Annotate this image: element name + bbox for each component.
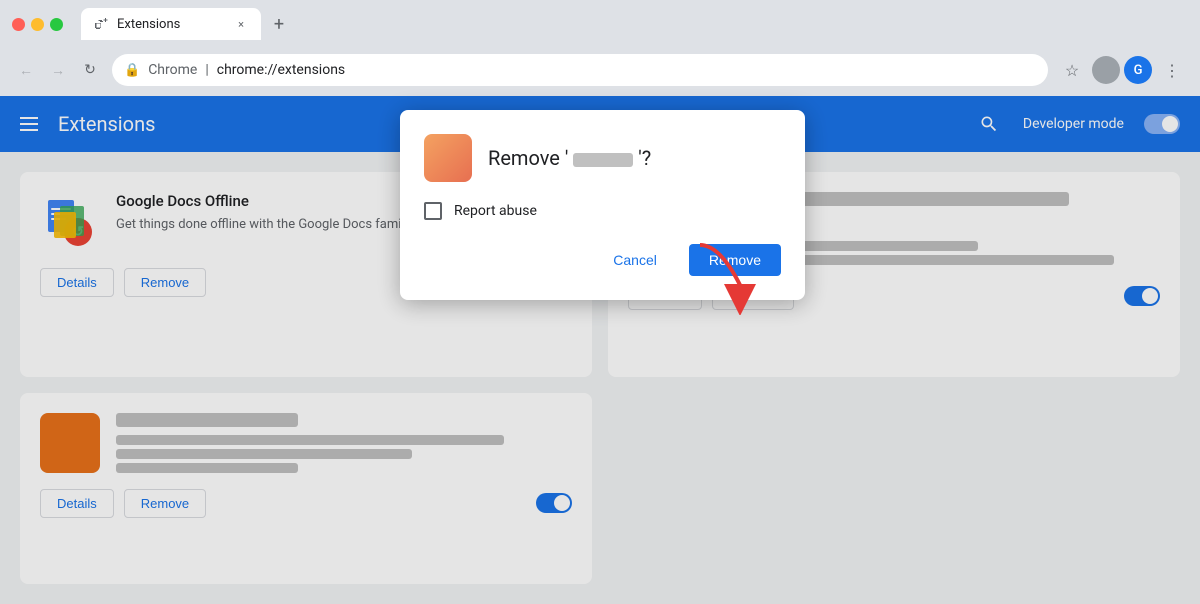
nav-buttons: ← → ↻	[12, 56, 104, 84]
dialog-header: Remove ' '?	[424, 134, 781, 182]
close-window-button[interactable]	[12, 18, 25, 31]
bookmark-button[interactable]: ☆	[1056, 54, 1088, 86]
active-tab[interactable]: Extensions ×	[81, 8, 261, 40]
new-tab-button[interactable]: +	[265, 10, 293, 38]
report-abuse-label: Report abuse	[454, 203, 537, 219]
back-button[interactable]: ←	[12, 56, 40, 84]
minimize-window-button[interactable]	[31, 18, 44, 31]
address-bar[interactable]: 🔒 Chrome | chrome://extensions	[112, 54, 1048, 86]
dialog-buttons: Cancel Remove	[424, 244, 781, 276]
menu-button[interactable]: ⋮	[1156, 54, 1188, 86]
remove-dialog: Remove ' '? Report abuse Cancel Remove	[400, 110, 805, 300]
dialog-title: Remove ' '?	[488, 146, 651, 170]
profile-avatar[interactable]	[1092, 56, 1120, 84]
browser-chrome: Extensions × + ← → ↻ 🔒 Chrome | chrome:/…	[0, 0, 1200, 96]
tab-bar: Extensions × +	[81, 8, 1188, 40]
traffic-lights	[12, 18, 63, 31]
extensions-tab-icon	[93, 16, 109, 32]
address-separator: |	[205, 62, 208, 78]
maximize-window-button[interactable]	[50, 18, 63, 31]
account-button[interactable]: G	[1124, 56, 1152, 84]
reload-button[interactable]: ↻	[76, 56, 104, 84]
remove-button[interactable]: Remove	[689, 244, 781, 276]
dialog-title-suffix: '?	[638, 146, 651, 170]
cancel-button[interactable]: Cancel	[593, 244, 677, 276]
address-domain: Chrome	[148, 62, 197, 78]
title-bar: Extensions × +	[0, 0, 1200, 44]
lock-icon: 🔒	[124, 63, 140, 78]
tab-close-button[interactable]: ×	[233, 16, 249, 32]
address-url: chrome://extensions	[217, 62, 345, 78]
dialog-ext-name-blur	[573, 153, 633, 167]
dialog-ext-icon	[424, 134, 472, 182]
report-abuse-checkbox[interactable]	[424, 202, 442, 220]
dialog-checkbox-row: Report abuse	[424, 202, 781, 220]
dialog-title-prefix: Remove '	[488, 146, 568, 170]
address-bar-row: ← → ↻ 🔒 Chrome | chrome://extensions ☆ G…	[0, 44, 1200, 96]
toolbar-right: ☆ G ⋮	[1056, 54, 1188, 86]
tab-title: Extensions	[117, 17, 180, 32]
forward-button[interactable]: →	[44, 56, 72, 84]
